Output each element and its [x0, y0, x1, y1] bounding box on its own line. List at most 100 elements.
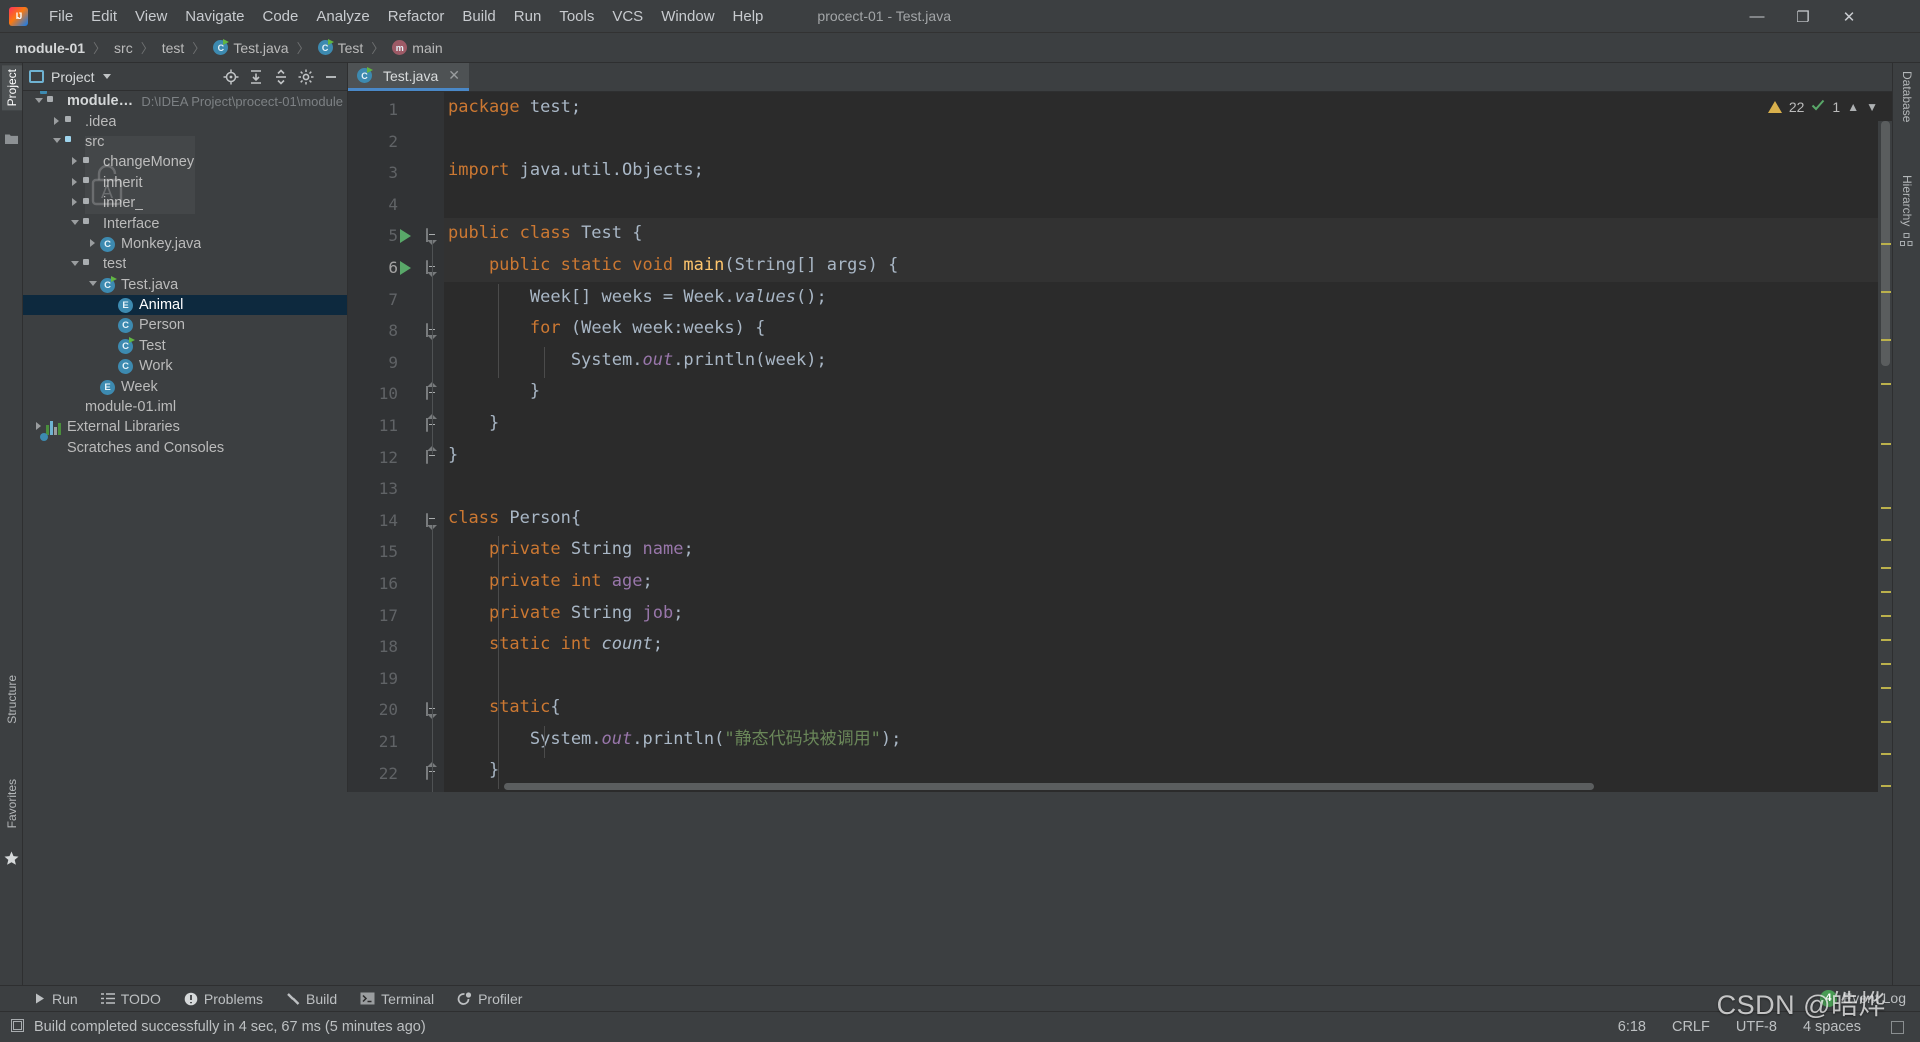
menu-item-navigate[interactable]: Navigate: [176, 5, 253, 28]
run-gutter-icon[interactable]: [400, 229, 411, 244]
code-line-6[interactable]: public static void main(String[] args) {: [444, 249, 1892, 282]
tree-item-animal[interactable]: E Animal: [23, 294, 347, 316]
code-line-8[interactable]: for (Week week:weeks) {: [444, 313, 1892, 345]
chevron-down-icon[interactable]: [69, 259, 80, 270]
breadcrumb-item-main[interactable]: m main: [389, 38, 445, 58]
inspection-widget[interactable]: 22 1 ▲ ▼: [1767, 98, 1878, 116]
folder-icon[interactable]: [5, 131, 18, 144]
sidebar-item-project[interactable]: Project: [2, 65, 22, 111]
tree-item-src[interactable]: src: [23, 132, 347, 152]
tab-test-java[interactable]: C Test.java ✕: [348, 63, 469, 91]
file-encoding[interactable]: UTF-8: [1736, 1019, 1777, 1035]
menu-item-window[interactable]: Window: [652, 5, 723, 28]
close-button[interactable]: ✕: [1826, 0, 1872, 33]
chevron-down-icon[interactable]: [33, 96, 44, 107]
tool-window-problems[interactable]: Problems: [175, 989, 272, 1009]
code-line-17[interactable]: private String job;: [444, 598, 1892, 630]
chevron-down-icon[interactable]: [87, 279, 98, 290]
menu-item-file[interactable]: File: [40, 5, 82, 28]
caret-position[interactable]: 6:18: [1618, 1019, 1646, 1035]
locate-icon[interactable]: [220, 66, 242, 88]
chevron-down-icon[interactable]: [69, 218, 80, 229]
code-content[interactable]: package test; import java.util.Objects; …: [444, 92, 1892, 792]
breadcrumb-item-test-java[interactable]: C Test.java: [210, 38, 291, 58]
chevron-right-icon[interactable]: [33, 422, 44, 433]
chevron-down-icon[interactable]: [51, 136, 62, 147]
menu-item-vcs[interactable]: VCS: [603, 5, 652, 28]
chevron-up-icon[interactable]: ▲: [1847, 100, 1859, 114]
expand-all-icon[interactable]: [245, 66, 267, 88]
hide-panel-icon[interactable]: [320, 66, 342, 88]
indent-setting[interactable]: 4 spaces: [1803, 1019, 1861, 1035]
tree-item-week[interactable]: E Week: [23, 376, 347, 396]
menu-item-tools[interactable]: Tools: [550, 5, 603, 28]
code-line-3[interactable]: import java.util.Objects;: [444, 155, 1892, 187]
tree-item-monkey-java[interactable]: C Monkey.java: [23, 234, 347, 254]
star-icon[interactable]: [4, 851, 19, 865]
code-line-9[interactable]: System.out.println(week);: [444, 345, 1892, 377]
code-line-19[interactable]: [444, 661, 1892, 693]
menu-item-build[interactable]: Build: [453, 5, 504, 28]
tool-window-todo[interactable]: TODO: [92, 989, 170, 1009]
tree-item-test[interactable]: test: [23, 254, 347, 274]
close-icon[interactable]: ✕: [448, 67, 460, 84]
tree-item-work[interactable]: C Work: [23, 356, 347, 376]
collapse-all-icon[interactable]: [270, 66, 292, 88]
hscroll-thumb[interactable]: [504, 783, 1594, 790]
editor-body[interactable]: 1234567891011121314151617181920212223 pa…: [348, 92, 1892, 792]
chevron-down-icon[interactable]: [102, 74, 111, 79]
unlocked-icon[interactable]: [1891, 1020, 1904, 1034]
tree-item-external-libraries[interactable]: External Libraries: [23, 417, 347, 437]
project-tree[interactable]: module-01 D:\IDEA Project\procect-01\modu…: [23, 91, 347, 792]
sidebar-item-favorites[interactable]: Favorites: [2, 775, 22, 832]
tool-window-run[interactable]: Run: [24, 989, 87, 1009]
code-line-10[interactable]: }: [444, 376, 1892, 408]
tree-item--idea[interactable]: .idea: [23, 111, 347, 131]
chevron-right-icon[interactable]: [69, 198, 80, 209]
code-line-5[interactable]: public class Test {: [444, 218, 1892, 250]
run-gutter-icon[interactable]: [400, 261, 411, 275]
code-line-18[interactable]: static int count;: [444, 629, 1892, 661]
code-line-13[interactable]: [444, 471, 1892, 503]
horizontal-scrollbar[interactable]: [444, 783, 1874, 792]
breadcrumb-item-src[interactable]: src: [111, 38, 136, 58]
sidebar-item-database[interactable]: Database: [1897, 67, 1917, 126]
sidebar-item-hierarchy[interactable]: Hierarchy: [1897, 171, 1917, 230]
event-log-button[interactable]: 4 Event Log: [1819, 985, 1906, 1011]
code-line-4[interactable]: [444, 187, 1892, 219]
code-line-20[interactable]: static{: [444, 692, 1892, 724]
code-line-16[interactable]: private int age;: [444, 566, 1892, 598]
chevron-right-icon[interactable]: [87, 238, 98, 249]
code-line-15[interactable]: private String name;: [444, 534, 1892, 566]
hierarchy-icon[interactable]: [1900, 233, 1913, 251]
menu-item-analyze[interactable]: Analyze: [307, 5, 378, 28]
breadcrumb-item-test[interactable]: test: [159, 38, 188, 58]
tree-item-module-01-iml[interactable]: module-01.iml: [23, 397, 347, 417]
chevron-right-icon[interactable]: [69, 177, 80, 188]
menu-item-run[interactable]: Run: [505, 5, 551, 28]
settings-gear-icon[interactable]: [295, 66, 317, 88]
tree-item-person[interactable]: C Person: [23, 315, 347, 335]
tree-item-inner-[interactable]: inner_: [23, 193, 347, 213]
tree-item-interface[interactable]: Interface: [23, 213, 347, 233]
tool-window-terminal[interactable]: Terminal: [351, 989, 443, 1009]
code-line-2[interactable]: [444, 124, 1892, 156]
menu-item-code[interactable]: Code: [253, 5, 307, 28]
minimize-button[interactable]: —: [1734, 0, 1780, 33]
menu-item-edit[interactable]: Edit: [82, 5, 126, 28]
analysis-scrollbar[interactable]: [1878, 121, 1892, 792]
code-line-11[interactable]: }: [444, 408, 1892, 440]
menu-item-view[interactable]: View: [126, 5, 176, 28]
tree-item-inherit[interactable]: inherit: [23, 173, 347, 193]
code-line-21[interactable]: System.out.println("静态代码块被调用");: [444, 724, 1892, 756]
maximize-button[interactable]: ❐: [1780, 0, 1826, 33]
tree-item-test[interactable]: C Test: [23, 336, 347, 356]
code-line-14[interactable]: class Person{: [444, 503, 1892, 535]
line-separator[interactable]: CRLF: [1672, 1019, 1710, 1035]
chevron-right-icon[interactable]: [51, 116, 62, 127]
menu-item-refactor[interactable]: Refactor: [379, 5, 454, 28]
sidebar-item-structure[interactable]: Structure: [2, 671, 22, 728]
tree-item-changemoney[interactable]: changeMoney: [23, 152, 347, 172]
chevron-down-icon[interactable]: ▼: [1866, 100, 1878, 114]
code-line-7[interactable]: Week[] weeks = Week.values();: [444, 282, 1892, 314]
